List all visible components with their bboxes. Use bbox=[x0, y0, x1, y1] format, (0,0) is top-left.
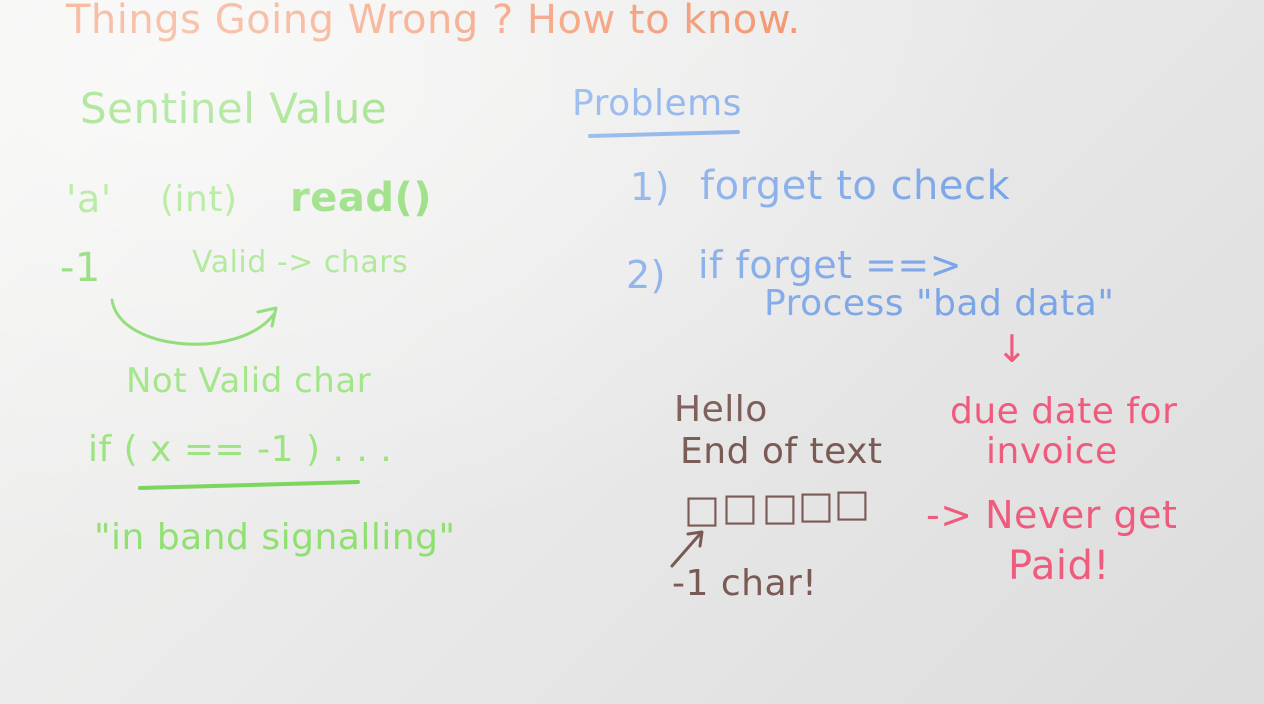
if-underline bbox=[138, 480, 360, 490]
problems-underline bbox=[588, 130, 740, 138]
box-pointer-arrow-icon bbox=[670, 532, 702, 568]
whiteboard: Things Going Wrong ? How to know. Sentin… bbox=[0, 0, 1264, 704]
marker-strokes bbox=[110, 130, 740, 568]
curved-arrow-icon bbox=[110, 298, 276, 346]
